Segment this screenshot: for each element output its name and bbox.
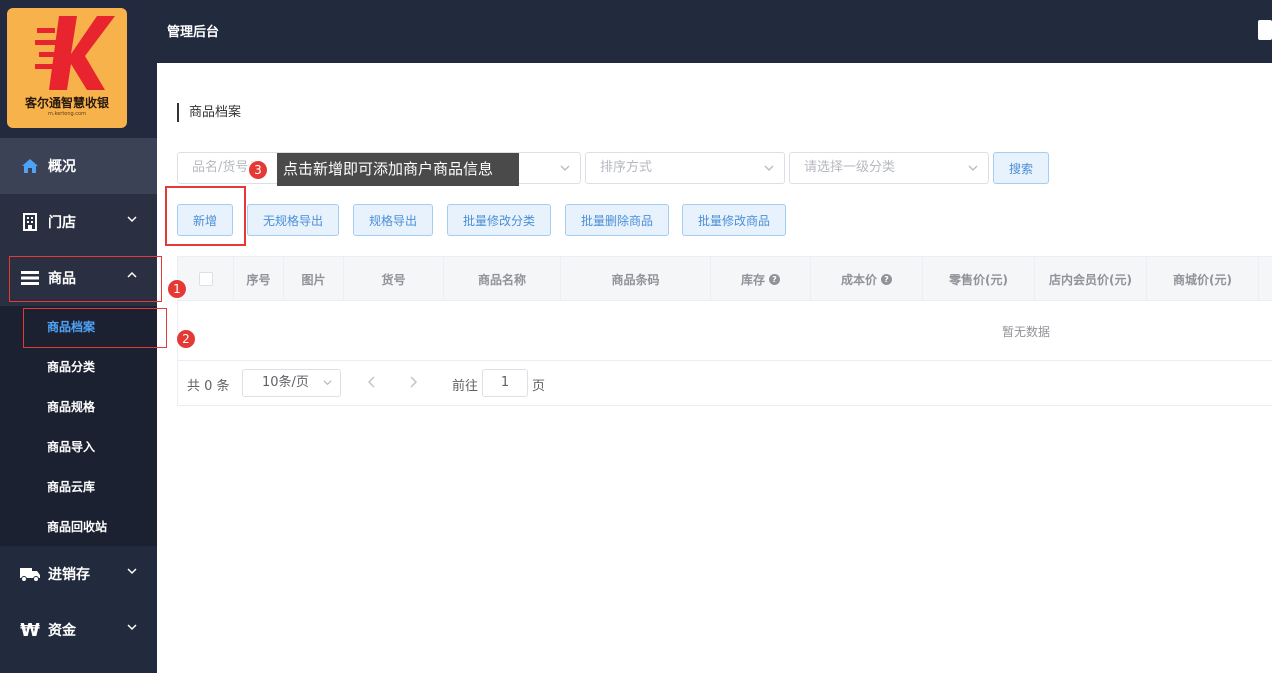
submenu-goods-spec[interactable]: 商品规格 <box>0 386 157 426</box>
column-header: 店内会员价(元) <box>1035 257 1147 301</box>
nav-funds[interactable]: ₩ 资金 <box>0 602 157 658</box>
guide-tooltip: 点击新增即可添加商户商品信息 <box>277 153 519 186</box>
step-badge: 2 <box>176 329 196 349</box>
chevron-down-icon <box>127 216 137 223</box>
sort-placeholder: 排序方式 <box>600 160 653 175</box>
highlight-add-button <box>165 186 246 246</box>
column-header-stock: 库存? <box>711 257 811 301</box>
column-header: 图片 <box>284 257 344 301</box>
truck-icon <box>20 564 40 584</box>
page-size-value: 10条/页 <box>262 375 309 390</box>
chevron-down-icon <box>127 624 137 631</box>
column-header: 货号 <box>344 257 444 301</box>
export-spec-button[interactable]: 规格导出 <box>353 204 433 236</box>
chevron-down-icon <box>323 380 332 386</box>
help-icon[interactable]: ? <box>769 273 780 285</box>
page-number-input[interactable]: 1 <box>482 369 528 397</box>
submenu-goods-category[interactable]: 商品分类 <box>0 346 157 386</box>
category-placeholder: 请选择一级分类 <box>804 160 896 175</box>
nav-overview-label: 概况 <box>48 159 76 175</box>
table-header: 序号 图片 货号 商品名称 商品条码 库存? 成本价? 零售价(元) 店内会员价… <box>178 257 1272 301</box>
page-size-select[interactable]: 10条/页 <box>242 369 341 397</box>
chevron-down-icon <box>764 165 774 171</box>
header-select-all <box>178 257 234 301</box>
batch-modify-button[interactable]: 批量修改商品 <box>682 204 786 236</box>
home-icon <box>20 156 40 176</box>
goods-table: 序号 图片 货号 商品名称 商品条码 库存? 成本价? 零售价(元) 店内会员价… <box>177 256 1272 406</box>
batch-delete-button[interactable]: 批量删除商品 <box>565 204 669 236</box>
nav-store[interactable]: 门店 <box>0 194 157 250</box>
column-header: 商城价(元) <box>1147 257 1259 301</box>
logo-subtext: m.kertong.com <box>48 111 86 117</box>
search-button[interactable]: 搜索 <box>993 152 1049 184</box>
column-header: 商品名称 <box>444 257 561 301</box>
category-select[interactable]: 请选择一级分类 <box>789 152 989 184</box>
currency-icon: ₩ <box>20 619 40 641</box>
highlight-goods-archive <box>23 308 167 348</box>
step-badge: 3 <box>248 160 268 180</box>
next-page-icon[interactable] <box>407 375 419 389</box>
submenu-goods-import[interactable]: 商品导入 <box>0 426 157 466</box>
submenu-goods-cloud[interactable]: 商品云库 <box>0 466 157 506</box>
column-header: 零售价(元) <box>923 257 1035 301</box>
logo-area: 客尔通智慧收银 m.kertong.com <box>0 0 157 138</box>
chevron-down-icon <box>968 165 978 171</box>
header-title: 管理后台 <box>167 25 220 40</box>
app-download-icon[interactable] <box>1258 20 1272 40</box>
export-no-spec-button[interactable]: 无规格导出 <box>247 204 339 236</box>
column-header-cost: 成本价? <box>811 257 923 301</box>
logo[interactable]: 客尔通智慧收银 m.kertong.com <box>7 8 127 128</box>
column-header: 序号 <box>234 257 284 301</box>
column-header: 商品条码 <box>561 257 711 301</box>
page-title: 商品档案 <box>177 103 241 122</box>
empty-row: 暂无数据 <box>178 301 1272 361</box>
goto-label: 前往 <box>452 379 479 394</box>
help-icon[interactable]: ? <box>881 273 892 285</box>
select-all-checkbox[interactable] <box>198 272 213 286</box>
sort-select[interactable]: 排序方式 <box>585 152 785 184</box>
total-count: 共 0 条 <box>187 379 230 394</box>
nav-overview[interactable]: 概况 <box>0 138 157 194</box>
batch-category-button[interactable]: 批量修改分类 <box>447 204 551 236</box>
chevron-down-icon <box>127 568 137 575</box>
nav-store-label: 门店 <box>48 215 76 231</box>
nav-inventory-label: 进销存 <box>48 567 90 583</box>
column-header-label: 成本价 <box>840 272 877 287</box>
empty-text: 暂无数据 <box>1002 325 1051 339</box>
pagination: 共 0 条 10条/页 前往 1 页 <box>178 361 1272 405</box>
nav-inventory[interactable]: 进销存 <box>0 546 157 602</box>
column-header-label: 库存 <box>740 272 765 287</box>
logo-text: 客尔通智慧收银 <box>24 96 109 110</box>
nav-funds-label: 资金 <box>48 623 76 639</box>
highlight-goods-nav <box>9 256 162 302</box>
top-bar: 管理后台 <box>157 0 1272 63</box>
step-badge: 1 <box>167 279 187 299</box>
page-suffix: 页 <box>532 379 546 394</box>
building-icon <box>20 212 40 232</box>
submenu-goods-recycle[interactable]: 商品回收站 <box>0 506 157 546</box>
prev-page-icon[interactable] <box>366 375 378 389</box>
logo-k-icon <box>35 16 115 90</box>
chevron-down-icon <box>560 165 570 171</box>
